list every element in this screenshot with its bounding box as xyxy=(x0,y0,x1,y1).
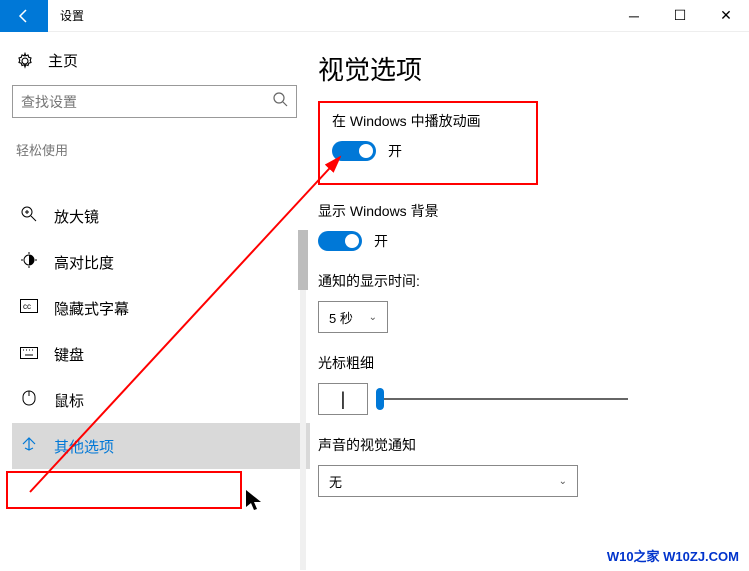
search-icon xyxy=(272,91,288,112)
scrollbar-thumb[interactable] xyxy=(298,230,308,290)
sidebar-item-other[interactable]: 其他选项 xyxy=(12,423,310,469)
setting-label-animations: 在 Windows 中播放动画 xyxy=(332,111,524,131)
keyboard-icon xyxy=(20,346,38,363)
toggle-animations[interactable] xyxy=(332,141,376,161)
slider-cursor-width[interactable] xyxy=(378,398,628,400)
window-controls: ─ ☐ ✕ xyxy=(611,0,749,32)
sidebar-item-captions[interactable]: cc 隐藏式字幕 xyxy=(12,285,310,331)
sidebar-item-keyboard[interactable]: 键盘 xyxy=(12,331,310,377)
gear-icon xyxy=(16,52,34,70)
minimize-button[interactable]: ─ xyxy=(611,0,657,32)
close-button[interactable]: ✕ xyxy=(703,0,749,32)
annotation-highlight-main: 在 Windows 中播放动画 开 xyxy=(318,101,538,185)
main-panel: 视觉选项 在 Windows 中播放动画 开 显示 Windows 背景 开 通… xyxy=(310,32,749,571)
home-label: 主页 xyxy=(48,50,78,71)
dropdown-notification-time[interactable]: 5 秒 ⌄ xyxy=(318,301,388,333)
sidebar-item-label: 其他选项 xyxy=(54,436,114,457)
window-title: 设置 xyxy=(48,7,84,24)
sidebar-item-label: 高对比度 xyxy=(54,252,114,273)
sidebar-item-contrast[interactable]: 高对比度 xyxy=(12,239,310,285)
cc-icon: cc xyxy=(20,299,38,317)
setting-label-background: 显示 Windows 背景 xyxy=(318,201,739,221)
contrast-icon xyxy=(20,252,38,272)
dropdown-value: 无 xyxy=(329,472,342,491)
sidebar-item-label: 隐藏式字幕 xyxy=(54,298,129,319)
back-button[interactable] xyxy=(0,0,48,32)
sidebar-item-mouse[interactable]: 鼠标 xyxy=(12,377,310,423)
dropdown-value: 5 秒 xyxy=(329,308,353,327)
other-icon xyxy=(20,436,38,456)
sidebar-item-label: 鼠标 xyxy=(54,390,84,411)
cursor-preview: | xyxy=(318,383,368,415)
svg-text:cc: cc xyxy=(23,302,31,311)
mouse-icon xyxy=(20,390,38,410)
chevron-down-icon: ⌄ xyxy=(369,312,377,323)
sidebar-item-magnifier[interactable]: 放大镜 xyxy=(12,193,310,239)
sidebar-item-label: 键盘 xyxy=(54,344,84,365)
page-title: 视觉选项 xyxy=(318,50,739,87)
cursor-pointer-icon xyxy=(245,489,263,517)
dropdown-sound-visual[interactable]: 无 ⌄ xyxy=(318,465,578,497)
maximize-button[interactable]: ☐ xyxy=(657,0,703,32)
toggle-state: 开 xyxy=(374,231,388,251)
sidebar-item-label: 放大镜 xyxy=(54,206,99,227)
setting-label-notification: 通知的显示时间: xyxy=(318,271,739,291)
watermark: W10之家 W10ZJ.COM xyxy=(607,546,739,565)
title-bar: 设置 ─ ☐ ✕ xyxy=(0,0,749,32)
group-title: 轻松使用 xyxy=(12,136,310,173)
setting-label-cursor: 光标粗细 xyxy=(318,353,739,373)
sidebar: 主页 轻松使用 放大镜 高对比度 cc 隐藏式字幕 键盘 鼠标 xyxy=(0,32,310,571)
chevron-down-icon: ⌄ xyxy=(559,476,567,487)
toggle-background[interactable] xyxy=(318,231,362,251)
home-link[interactable]: 主页 xyxy=(12,42,310,85)
search-field[interactable] xyxy=(21,94,272,110)
annotation-highlight-nav xyxy=(6,471,242,509)
magnifier-icon xyxy=(20,206,38,226)
toggle-state: 开 xyxy=(388,141,402,161)
search-input[interactable] xyxy=(12,85,297,118)
setting-label-sound: 声音的视觉通知 xyxy=(318,435,739,455)
